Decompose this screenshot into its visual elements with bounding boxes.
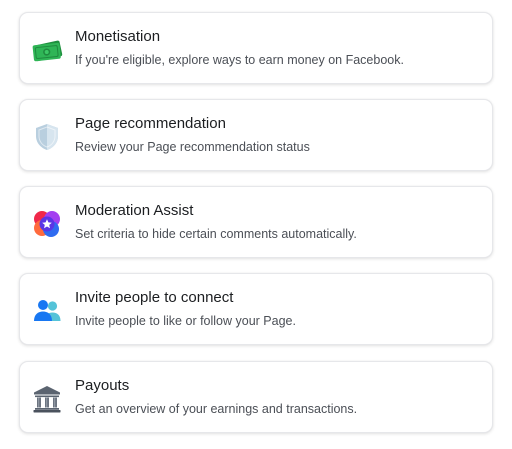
card-title: Monetisation [75,28,161,45]
card-title: Payouts [75,377,130,394]
settings-list: Monetisation If you're eligible, explore… [0,0,512,449]
card-subtitle: Get an overview of your earnings and tra… [75,402,358,416]
payouts-card[interactable]: Payouts Get an overview of your earnings… [19,361,493,433]
bank-icon [31,383,63,415]
card-subtitle: Review your Page recommendation status [75,140,310,154]
shield-icon [31,121,63,153]
card-title: Moderation Assist [75,202,194,219]
monetisation-card[interactable]: Monetisation If you're eligible, explore… [19,12,493,84]
card-subtitle: If you're eligible, explore ways to earn… [75,53,404,67]
invite-people-card[interactable]: Invite people to connect Invite people t… [19,273,493,345]
people-icon [31,295,63,327]
card-subtitle: Invite people to like or follow your Pag… [75,314,296,328]
money-icon [31,34,63,66]
page-recommendation-card[interactable]: Page recommendation Review your Page rec… [19,99,493,171]
card-title: Invite people to connect [75,289,234,306]
moderation-star-icon [31,208,63,240]
card-title: Page recommendation [75,115,226,132]
moderation-assist-card[interactable]: Moderation Assist Set criteria to hide c… [19,186,493,258]
card-subtitle: Set criteria to hide certain comments au… [75,227,357,241]
